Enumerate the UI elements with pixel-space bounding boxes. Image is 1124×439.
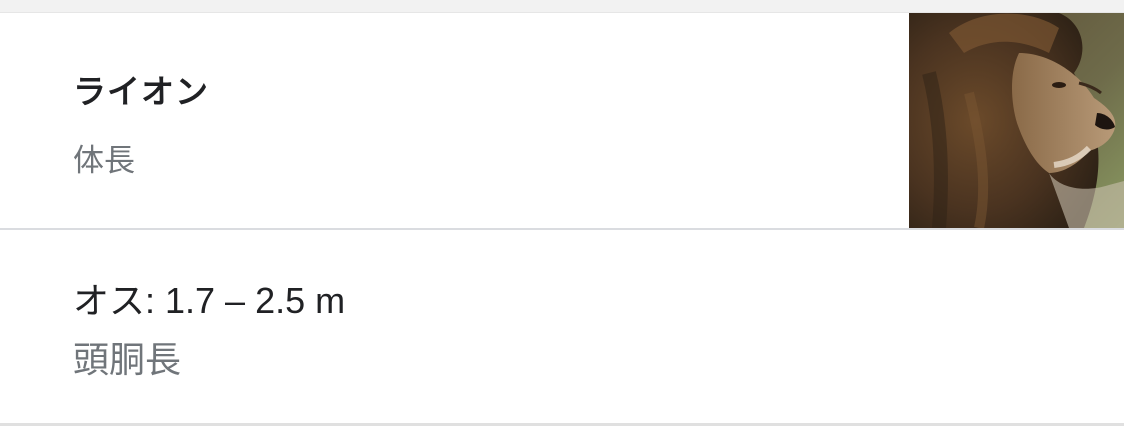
top-strip xyxy=(0,0,1124,13)
knowledge-card: ライオン 体長 オス: 1.7 – 2.5 m 頭胴長 xyxy=(0,0,1124,439)
lion-photo-icon xyxy=(909,13,1124,228)
card-header[interactable]: ライオン 体長 xyxy=(0,13,1124,228)
bottom-fill xyxy=(0,426,1124,439)
entity-subtitle: 体長 xyxy=(73,143,135,179)
lion-thumbnail[interactable] xyxy=(909,13,1124,228)
answer-label: 頭胴長 xyxy=(73,340,182,381)
answer-value: オス: 1.7 – 2.5 m xyxy=(73,280,346,321)
divider xyxy=(0,228,1124,230)
entity-title[interactable]: ライオン xyxy=(73,65,209,113)
